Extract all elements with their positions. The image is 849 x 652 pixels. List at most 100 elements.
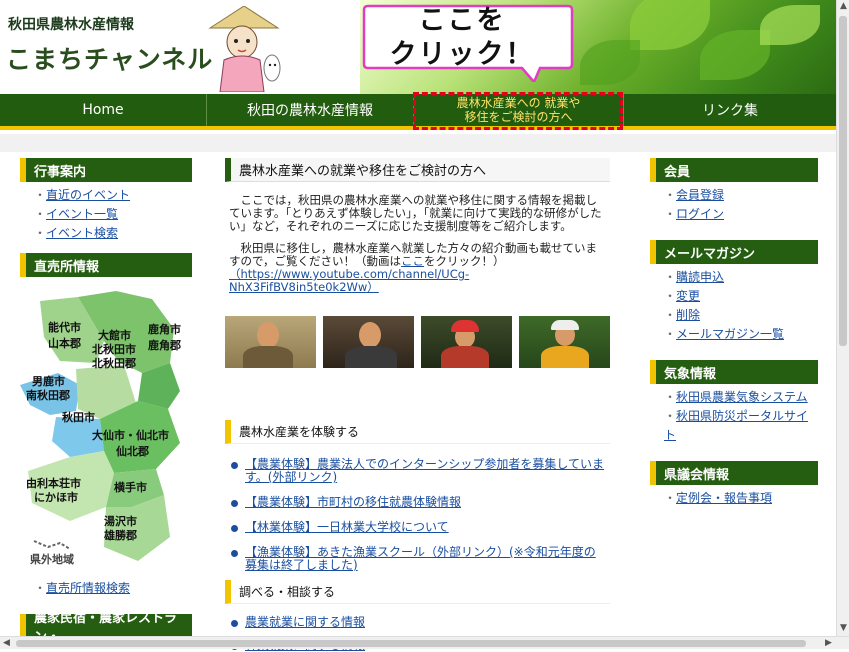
video-here-link[interactable]: ここ <box>401 254 424 268</box>
list-item[interactable]: 【漁業体験】あきた漁業スクール（外部リンク）(※令和元年度の募集は終了しました) <box>229 546 606 572</box>
mascot-komachi-icon <box>208 6 281 92</box>
mailmag-item[interactable]: メールマガジン一覧 <box>664 325 818 344</box>
map-daisen: 大仙市・仙北市 <box>92 429 169 442</box>
shop-search-link[interactable]: 直売所情報検索 <box>46 581 130 595</box>
events-list-link[interactable]: イベント一覧 <box>46 207 118 221</box>
map-kazuno-gun: 鹿角郡 <box>148 339 181 352</box>
mailmag-item[interactable]: 削除 <box>664 306 818 325</box>
events-item[interactable]: イベント検索 <box>34 224 192 243</box>
nav-highlight-box <box>413 92 623 130</box>
map-kazuno-city: 鹿角市 <box>148 323 181 336</box>
site-subtitle: 秋田県農林水産情報 <box>8 17 134 33</box>
intro-paragraph: ここでは，秋田県の農林水産業への就業や移住に関する情報を掲載しています。「とりあ… <box>229 193 602 233</box>
list-item[interactable]: 【農業体験】農業法人でのインターンシップ参加者を募集しています。(外部リンク) <box>229 458 606 484</box>
events-list: 直近のイベント イベント一覧 イベント検索 <box>20 182 192 243</box>
recent-events-link[interactable]: 直近のイベント <box>46 188 130 202</box>
vertical-scrollbar[interactable]: ▲ ▼ <box>836 0 849 649</box>
mailmag-heading: メールマガジン <box>650 240 818 264</box>
subscribe-link[interactable]: 購読申込 <box>676 270 724 284</box>
events-item[interactable]: イベント一覧 <box>34 205 192 224</box>
section-experience-heading: 農林水産業を体験する <box>225 420 610 444</box>
video-paragraph: 秋田県に移住し，農林水産業へ就業した方々の紹介動画も載せていますので，ご覧くださ… <box>225 242 610 294</box>
fishery-school-link[interactable]: 【漁業体験】あきた漁業スクール（外部リンク）(※令和元年度の募集は終了しました) <box>245 545 596 572</box>
experience-list: 【農業体験】農業法人でのインターンシップ参加者を募集しています。(外部リンク) … <box>225 458 610 572</box>
mailmag-list-link[interactable]: メールマガジン一覧 <box>676 327 784 341</box>
scroll-left-icon[interactable]: ◀ <box>0 637 13 650</box>
agri-employment-link[interactable]: 農業就業に関する情報 <box>245 615 365 629</box>
photo-strip <box>225 316 610 368</box>
weather-item[interactable]: 秋田県防災ポータルサイト <box>664 407 818 445</box>
council-list: 定例会・報告事項 <box>650 485 818 508</box>
disaster-portal-link[interactable]: 秋田県防災ポータルサイト <box>664 409 808 442</box>
member-item[interactable]: ログイン <box>664 205 818 224</box>
weather-heading: 気象情報 <box>650 360 818 384</box>
map-minamiakita: 南秋田郡 <box>26 389 70 402</box>
map-kitaakita-city: 北秋田市 <box>92 343 136 356</box>
internship-link[interactable]: 【農業体験】農業法人でのインターンシップ参加者を募集しています。(外部リンク) <box>245 457 604 484</box>
map-yamamoto: 山本郡 <box>48 337 81 350</box>
photo-farmer-1 <box>225 316 316 368</box>
video-url-link[interactable]: （https://www.youtube.com/channel/UCg-NhX… <box>229 267 469 294</box>
events-item[interactable]: 直近のイベント <box>34 186 192 205</box>
map-ogachi: 雄勝郡 <box>104 529 137 542</box>
login-link[interactable]: ログイン <box>676 207 724 221</box>
municipal-trial-link[interactable]: 【農業体験】市町村の移住就農体験情報 <box>245 495 461 509</box>
map-senboku: 仙北郡 <box>116 445 149 458</box>
map-nikaho: にかほ市 <box>34 491 78 504</box>
horizontal-scrollbar[interactable]: ◀ ▶ <box>0 636 849 649</box>
minshuku-heading: 農家民宿・農家レストラン・ <box>20 611 192 645</box>
list-item[interactable]: 【林業体験】一日林業大学校について <box>229 521 606 534</box>
event-search-link[interactable]: イベント検索 <box>46 226 118 240</box>
site-logo-title[interactable]: こまちチャンネル <box>6 40 213 76</box>
scroll-down-icon[interactable]: ▼ <box>837 622 849 635</box>
section-consult-heading: 調べる・相談する <box>225 580 610 604</box>
delete-link[interactable]: 削除 <box>676 308 700 322</box>
regular-session-link[interactable]: 定例会・報告事項 <box>676 491 772 505</box>
video-text-b: をクリック！） <box>424 254 505 268</box>
member-heading: 会員 <box>650 158 818 182</box>
weather-item[interactable]: 秋田県農業気象システム <box>664 388 818 407</box>
callout-line-2: クリック！ <box>389 39 535 70</box>
right-sidebar: 会員 会員登録 ログイン メールマガジン 購読申込 変更 削除 メールマガジン一… <box>650 158 818 518</box>
left-sidebar: 行事案内 直近のイベント イベント一覧 イベント検索 直売所情報 能代市 山本郡… <box>20 158 192 645</box>
map-akita-city: 秋田市 <box>62 411 95 424</box>
page-title: 農林水産業への就業や移住をご検討の方へ <box>225 158 610 182</box>
council-item[interactable]: 定例会・報告事項 <box>664 489 818 508</box>
shop-search-list: 直売所情報検索 <box>20 575 192 598</box>
map-noshiro: 能代市 <box>48 321 81 334</box>
akita-map[interactable]: 能代市 山本郡 大館市 北秋田市 北秋田郡 鹿角市 鹿角郡 男鹿市 南秋田郡 秋… <box>20 281 192 573</box>
forestry-school-link[interactable]: 【林業体験】一日林業大学校について <box>245 520 449 534</box>
site-header: 秋田県農林水産情報 こまちチャンネル ここを クリック！ <box>0 0 836 94</box>
map-yurihonjo: 由利本荘市 <box>26 477 81 490</box>
photo-farmer-2 <box>323 316 414 368</box>
list-item[interactable]: 農業就業に関する情報 <box>229 616 606 629</box>
mailmag-item[interactable]: 購読申込 <box>664 268 818 287</box>
council-heading: 県議会情報 <box>650 461 818 485</box>
change-link[interactable]: 変更 <box>676 289 700 303</box>
subheader-bar <box>0 134 836 152</box>
h-scrollbar-thumb[interactable] <box>16 640 806 647</box>
map-outside: 県外地域 <box>30 553 74 566</box>
list-item[interactable]: 【農業体験】市町村の移住就農体験情報 <box>229 496 606 509</box>
scroll-up-icon[interactable]: ▲ <box>837 0 849 13</box>
nav-home[interactable]: Home <box>0 94 207 126</box>
nav-akita-info[interactable]: 秋田の農林水産情報 <box>207 94 414 126</box>
nav-links[interactable]: リンク集 <box>624 94 836 126</box>
shop-search-item[interactable]: 直売所情報検索 <box>34 579 192 598</box>
scrollbar-thumb[interactable] <box>839 16 847 346</box>
callout-line-1: ここを <box>418 5 506 36</box>
map-oga: 男鹿市 <box>32 375 65 388</box>
map-yokote: 横手市 <box>114 481 147 494</box>
map-yuzawa: 湯沢市 <box>104 515 137 528</box>
scroll-right-icon[interactable]: ▶ <box>822 637 835 650</box>
map-kitaakita-gun: 北秋田郡 <box>92 357 136 370</box>
register-link[interactable]: 会員登録 <box>676 188 724 202</box>
main-content: 農林水産業への就業や移住をご検討の方へ ここでは，秋田県の農林水産業への就業や移… <box>225 158 610 652</box>
member-item[interactable]: 会員登録 <box>664 186 818 205</box>
mailmag-item[interactable]: 変更 <box>664 287 818 306</box>
mailmag-list: 購読申込 変更 削除 メールマガジン一覧 <box>650 264 818 344</box>
weather-list: 秋田県農業気象システム 秋田県防災ポータルサイト <box>650 384 818 445</box>
agri-weather-link[interactable]: 秋田県農業気象システム <box>676 390 808 404</box>
photo-forester <box>421 316 512 368</box>
photo-fisher <box>519 316 610 368</box>
